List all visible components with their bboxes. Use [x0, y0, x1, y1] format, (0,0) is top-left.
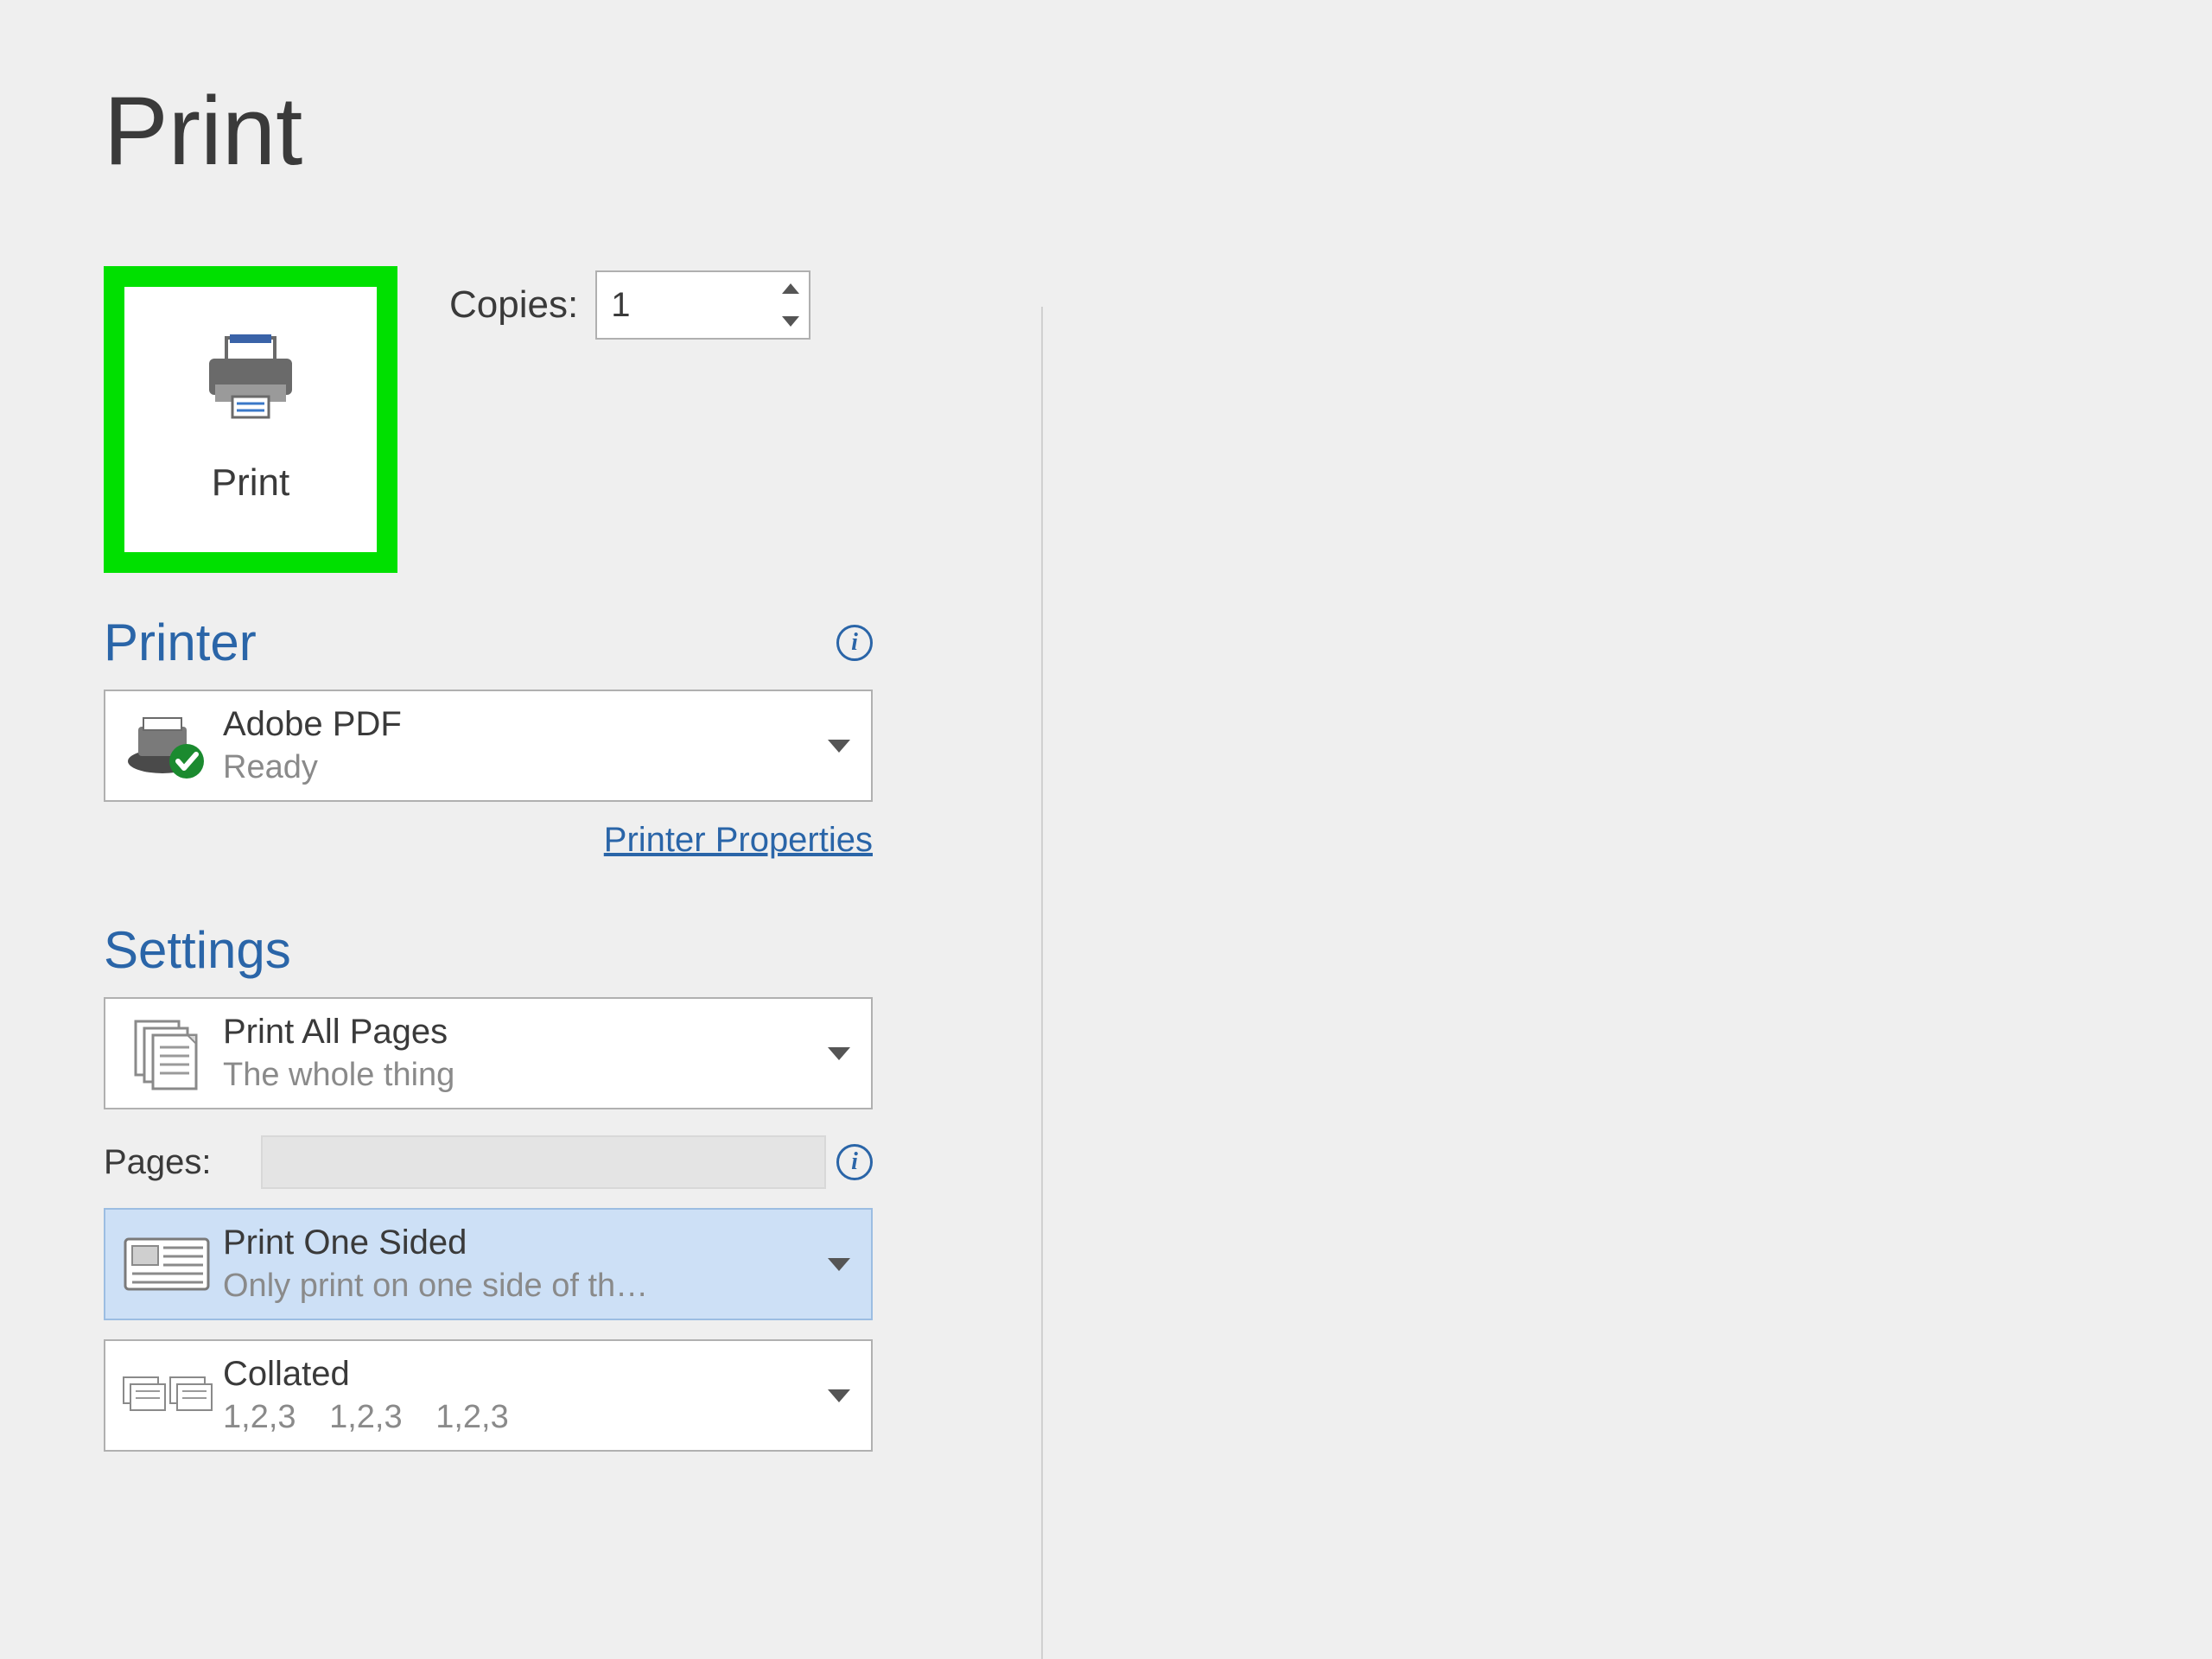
- printer-heading: Printer: [104, 613, 257, 672]
- printer-select[interactable]: Adobe PDF Ready: [104, 690, 873, 802]
- printer-device-icon: [116, 711, 219, 780]
- chevron-down-icon: [817, 740, 861, 753]
- collation-select[interactable]: Collated 1,2,3 1,2,3 1,2,3: [104, 1339, 873, 1452]
- pages-info-icon[interactable]: i: [836, 1144, 873, 1180]
- chevron-down-icon: [817, 1258, 861, 1271]
- copies-up-button[interactable]: [772, 272, 809, 305]
- copies-down-button[interactable]: [772, 305, 809, 338]
- sides-secondary: Only print on one side of th…: [223, 1268, 817, 1305]
- print-range-select[interactable]: Print All Pages The whole thing: [104, 997, 873, 1109]
- printer-info-icon[interactable]: i: [836, 625, 873, 661]
- pages-label: Pages:: [104, 1143, 251, 1182]
- printer-name: Adobe PDF: [223, 705, 817, 744]
- sides-select[interactable]: Print One Sided Only print on one side o…: [104, 1208, 873, 1320]
- settings-heading: Settings: [104, 920, 1063, 980]
- chevron-down-icon: [817, 1047, 861, 1060]
- printer-icon: [202, 334, 299, 425]
- copies-spinbox[interactable]: [595, 270, 810, 340]
- sides-primary: Print One Sided: [223, 1224, 817, 1262]
- chevron-down-icon: [817, 1389, 861, 1402]
- pages-input[interactable]: [261, 1135, 826, 1189]
- print-button-label: Print: [212, 461, 289, 505]
- copies-label: Copies:: [449, 283, 578, 327]
- pages-stack-icon: [116, 1014, 219, 1092]
- collation-primary: Collated: [223, 1355, 817, 1394]
- page-title: Print: [104, 0, 1063, 180]
- print-range-secondary: The whole thing: [223, 1057, 817, 1094]
- print-button[interactable]: Print: [104, 266, 397, 573]
- print-range-primary: Print All Pages: [223, 1013, 817, 1052]
- printer-status: Ready: [223, 749, 817, 786]
- collation-secondary: 1,2,3 1,2,3 1,2,3: [223, 1399, 817, 1436]
- one-sided-icon: [116, 1230, 219, 1298]
- copies-input[interactable]: [597, 272, 772, 338]
- collated-icon: [116, 1365, 219, 1426]
- printer-properties-link[interactable]: Printer Properties: [604, 821, 873, 859]
- vertical-divider: [1041, 307, 1043, 1659]
